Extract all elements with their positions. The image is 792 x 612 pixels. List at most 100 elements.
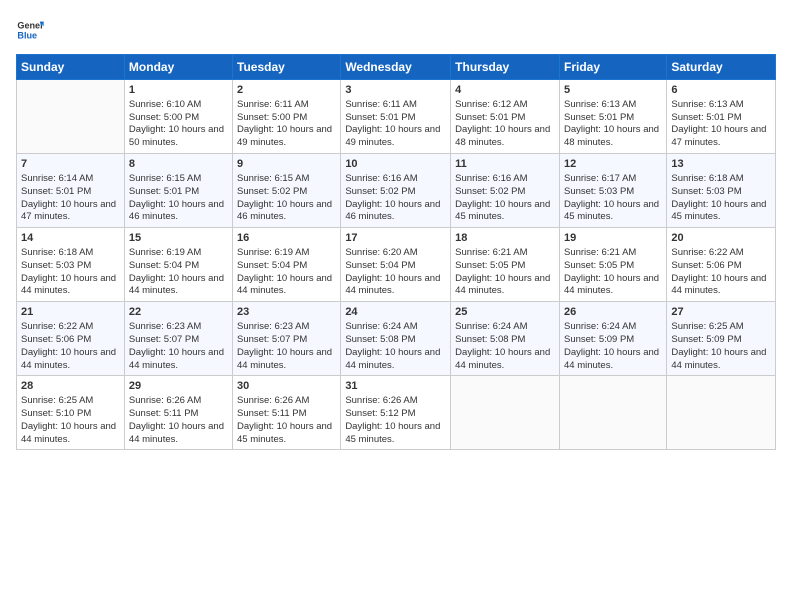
- day-number: 8: [129, 157, 228, 172]
- cell-info: Sunrise: 6:25 AM: [21, 395, 120, 408]
- cell-info: Sunset: 5:04 PM: [129, 260, 228, 273]
- calendar-cell: 19Sunrise: 6:21 AMSunset: 5:05 PMDayligh…: [559, 228, 666, 302]
- cell-info: Sunrise: 6:10 AM: [129, 99, 228, 112]
- cell-info: Daylight: 10 hours and 48 minutes.: [455, 124, 555, 150]
- cell-info: Sunrise: 6:26 AM: [237, 395, 336, 408]
- calendar-cell: 4Sunrise: 6:12 AMSunset: 5:01 PMDaylight…: [451, 80, 560, 154]
- cell-info: Sunrise: 6:12 AM: [455, 99, 555, 112]
- cell-info: Daylight: 10 hours and 48 minutes.: [564, 124, 662, 150]
- cell-info: Sunrise: 6:20 AM: [345, 247, 446, 260]
- calendar-cell: 27Sunrise: 6:25 AMSunset: 5:09 PMDayligh…: [667, 302, 776, 376]
- calendar-week-row: 21Sunrise: 6:22 AMSunset: 5:06 PMDayligh…: [17, 302, 776, 376]
- calendar-cell: 14Sunrise: 6:18 AMSunset: 5:03 PMDayligh…: [17, 228, 125, 302]
- cell-info: Daylight: 10 hours and 44 minutes.: [21, 421, 120, 447]
- calendar-cell: 21Sunrise: 6:22 AMSunset: 5:06 PMDayligh…: [17, 302, 125, 376]
- header-row: SundayMondayTuesdayWednesdayThursdayFrid…: [17, 55, 776, 80]
- day-number: 4: [455, 83, 555, 98]
- day-number: 26: [564, 305, 662, 320]
- cell-info: Daylight: 10 hours and 50 minutes.: [129, 124, 228, 150]
- cell-info: Sunset: 5:05 PM: [564, 260, 662, 273]
- cell-info: Sunset: 5:08 PM: [455, 334, 555, 347]
- cell-info: Daylight: 10 hours and 44 minutes.: [237, 347, 336, 373]
- day-number: 29: [129, 379, 228, 394]
- cell-info: Sunrise: 6:16 AM: [455, 173, 555, 186]
- cell-info: Sunset: 5:01 PM: [455, 112, 555, 125]
- day-number: 25: [455, 305, 555, 320]
- cell-info: Sunset: 5:00 PM: [237, 112, 336, 125]
- calendar-cell: 9Sunrise: 6:15 AMSunset: 5:02 PMDaylight…: [233, 154, 341, 228]
- cell-info: Daylight: 10 hours and 44 minutes.: [129, 347, 228, 373]
- calendar-cell: 28Sunrise: 6:25 AMSunset: 5:10 PMDayligh…: [17, 376, 125, 450]
- cell-info: Sunrise: 6:15 AM: [129, 173, 228, 186]
- cell-info: Sunrise: 6:26 AM: [129, 395, 228, 408]
- cell-info: Daylight: 10 hours and 44 minutes.: [564, 347, 662, 373]
- cell-info: Sunrise: 6:15 AM: [237, 173, 336, 186]
- cell-info: Daylight: 10 hours and 47 minutes.: [21, 199, 120, 225]
- cell-info: Sunset: 5:03 PM: [564, 186, 662, 199]
- day-header: Sunday: [17, 55, 125, 80]
- cell-info: Daylight: 10 hours and 46 minutes.: [129, 199, 228, 225]
- cell-info: Sunrise: 6:18 AM: [21, 247, 120, 260]
- cell-info: Daylight: 10 hours and 44 minutes.: [345, 273, 446, 299]
- day-number: 30: [237, 379, 336, 394]
- cell-info: Sunset: 5:01 PM: [564, 112, 662, 125]
- cell-info: Daylight: 10 hours and 44 minutes.: [129, 273, 228, 299]
- day-header: Tuesday: [233, 55, 341, 80]
- cell-info: Sunset: 5:03 PM: [671, 186, 771, 199]
- cell-info: Sunset: 5:04 PM: [237, 260, 336, 273]
- cell-info: Daylight: 10 hours and 47 minutes.: [671, 124, 771, 150]
- cell-info: Sunset: 5:01 PM: [671, 112, 771, 125]
- day-number: 28: [21, 379, 120, 394]
- day-number: 3: [345, 83, 446, 98]
- calendar-cell: 8Sunrise: 6:15 AMSunset: 5:01 PMDaylight…: [124, 154, 232, 228]
- cell-info: Daylight: 10 hours and 44 minutes.: [21, 273, 120, 299]
- calendar-cell: 5Sunrise: 6:13 AMSunset: 5:01 PMDaylight…: [559, 80, 666, 154]
- calendar-cell: 25Sunrise: 6:24 AMSunset: 5:08 PMDayligh…: [451, 302, 560, 376]
- cell-info: Sunrise: 6:11 AM: [345, 99, 446, 112]
- cell-info: Daylight: 10 hours and 44 minutes.: [671, 273, 771, 299]
- cell-info: Sunset: 5:06 PM: [21, 334, 120, 347]
- cell-info: Daylight: 10 hours and 45 minutes.: [671, 199, 771, 225]
- calendar-cell: 10Sunrise: 6:16 AMSunset: 5:02 PMDayligh…: [341, 154, 451, 228]
- cell-info: Sunset: 5:01 PM: [129, 186, 228, 199]
- cell-info: Sunrise: 6:24 AM: [455, 321, 555, 334]
- cell-info: Sunset: 5:08 PM: [345, 334, 446, 347]
- cell-info: Sunrise: 6:19 AM: [237, 247, 336, 260]
- day-number: 22: [129, 305, 228, 320]
- cell-info: Sunset: 5:06 PM: [671, 260, 771, 273]
- day-number: 24: [345, 305, 446, 320]
- cell-info: Sunrise: 6:21 AM: [455, 247, 555, 260]
- day-number: 17: [345, 231, 446, 246]
- cell-info: Sunrise: 6:26 AM: [345, 395, 446, 408]
- cell-info: Daylight: 10 hours and 45 minutes.: [455, 199, 555, 225]
- cell-info: Sunrise: 6:23 AM: [237, 321, 336, 334]
- day-number: 16: [237, 231, 336, 246]
- calendar-cell: 12Sunrise: 6:17 AMSunset: 5:03 PMDayligh…: [559, 154, 666, 228]
- calendar-cell: 15Sunrise: 6:19 AMSunset: 5:04 PMDayligh…: [124, 228, 232, 302]
- day-number: 13: [671, 157, 771, 172]
- cell-info: Sunrise: 6:25 AM: [671, 321, 771, 334]
- day-number: 7: [21, 157, 120, 172]
- day-number: 19: [564, 231, 662, 246]
- day-number: 12: [564, 157, 662, 172]
- calendar-cell: [667, 376, 776, 450]
- cell-info: Sunset: 5:11 PM: [129, 408, 228, 421]
- cell-info: Sunset: 5:07 PM: [237, 334, 336, 347]
- logo: General Blue: [16, 16, 44, 44]
- day-number: 18: [455, 231, 555, 246]
- calendar-table: SundayMondayTuesdayWednesdayThursdayFrid…: [16, 54, 776, 450]
- calendar-cell: [17, 80, 125, 154]
- cell-info: Daylight: 10 hours and 44 minutes.: [564, 273, 662, 299]
- day-number: 31: [345, 379, 446, 394]
- calendar-week-row: 1Sunrise: 6:10 AMSunset: 5:00 PMDaylight…: [17, 80, 776, 154]
- day-number: 2: [237, 83, 336, 98]
- cell-info: Daylight: 10 hours and 46 minutes.: [237, 199, 336, 225]
- day-number: 15: [129, 231, 228, 246]
- header: General Blue: [16, 16, 776, 44]
- cell-info: Daylight: 10 hours and 44 minutes.: [129, 421, 228, 447]
- calendar-cell: 17Sunrise: 6:20 AMSunset: 5:04 PMDayligh…: [341, 228, 451, 302]
- cell-info: Sunset: 5:01 PM: [345, 112, 446, 125]
- calendar-cell: 1Sunrise: 6:10 AMSunset: 5:00 PMDaylight…: [124, 80, 232, 154]
- cell-info: Sunrise: 6:16 AM: [345, 173, 446, 186]
- cell-info: Sunset: 5:10 PM: [21, 408, 120, 421]
